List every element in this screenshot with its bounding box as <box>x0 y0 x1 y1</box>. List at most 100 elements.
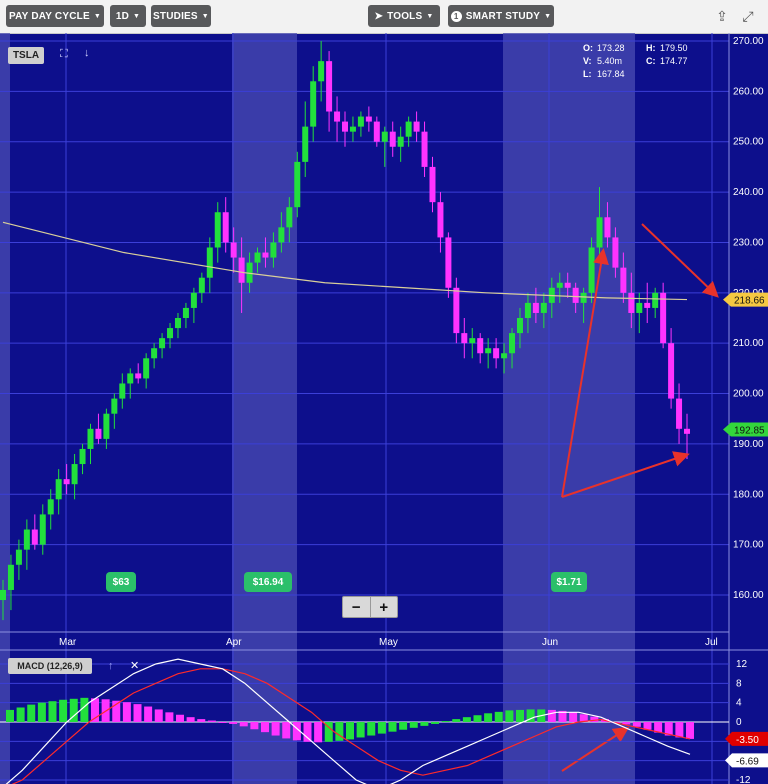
studies-dropdown[interactable]: STUDIES ▼ <box>151 5 211 27</box>
macd-histogram-bar <box>197 719 206 722</box>
candle-body <box>413 121 420 132</box>
tools-dropdown[interactable]: ➤ TOOLS ▼ <box>368 5 440 27</box>
candle-body <box>111 398 118 414</box>
x-tick-label: Apr <box>226 637 242 648</box>
cursor-icon: ➤ <box>374 10 384 22</box>
candle-body <box>151 348 158 359</box>
candle-body <box>596 217 603 248</box>
candle-body <box>485 348 492 354</box>
high-key: H: <box>646 43 656 53</box>
candle-body <box>524 302 531 318</box>
macd-histogram-bar <box>388 722 397 732</box>
candle-body <box>39 514 46 545</box>
fullscreen-icon[interactable]: ⛶ <box>60 48 68 61</box>
open-key: O: <box>583 43 593 53</box>
y-tick-label: 210.00 <box>733 338 764 349</box>
candle-body <box>556 282 563 288</box>
candle-body <box>318 61 325 82</box>
candle-body <box>493 348 500 359</box>
expand-icon[interactable]: ⤢ <box>739 7 757 25</box>
candle-body <box>532 302 539 313</box>
macd-histogram-bar <box>16 707 25 722</box>
candle-body <box>540 302 547 313</box>
candle-body <box>334 111 341 122</box>
macd-histogram-bar <box>271 722 280 736</box>
candle-body <box>357 116 364 127</box>
macd-y-tick-label: -12 <box>736 775 751 784</box>
y-tick-label: 200.00 <box>733 389 764 400</box>
macd-histogram-bar <box>37 702 46 722</box>
candle-body <box>222 212 229 243</box>
price-chart[interactable]: 270.00260.00250.00240.00230.00220.00210.… <box>0 33 768 784</box>
macd-histogram-bar <box>494 711 503 722</box>
y-tick-label: 170.00 <box>733 540 764 551</box>
candle-body <box>644 302 651 308</box>
price-tag-label: 192.85 <box>734 426 765 437</box>
macd-histogram-bar <box>59 699 68 722</box>
timeframe-dropdown[interactable]: 1D ▼ <box>110 5 146 27</box>
chevron-down-icon: ▼ <box>426 12 434 20</box>
candle-body <box>95 428 102 439</box>
macd-histogram-bar <box>441 721 450 723</box>
macd-histogram-bar <box>122 702 131 722</box>
y-tick-label: 230.00 <box>733 237 764 248</box>
share-icon[interactable]: ⇪ <box>713 7 731 25</box>
candle-body <box>620 267 627 293</box>
y-tick-label: 180.00 <box>733 489 764 500</box>
payday-pill[interactable]: $1.71 <box>551 572 587 592</box>
macd-histogram-bar <box>356 722 365 738</box>
macd-histogram-bar <box>207 720 216 722</box>
candle-body <box>167 328 174 339</box>
candle-body <box>389 131 396 147</box>
macd-histogram-bar <box>516 709 524 722</box>
candle-body <box>71 464 78 485</box>
candle-body <box>628 292 635 313</box>
zoom-in-button[interactable]: + <box>371 597 398 617</box>
candle-body <box>278 227 285 243</box>
macd-value-label: -6.69 <box>736 756 759 767</box>
macd-histogram-bar <box>176 714 184 722</box>
candle-body <box>135 373 142 379</box>
volume-value: 5.40m <box>597 56 623 66</box>
top-toolbar: PAY DAY CYCLE ▼ 1D ▼ STUDIES ▼ ➤ TOOLS ▼ 1 SMA… <box>0 0 768 34</box>
zoom-out-button[interactable]: − <box>343 597 371 617</box>
macd-y-tick-label: 8 <box>736 678 742 689</box>
payday-pill[interactable]: $16.94 <box>244 572 292 592</box>
candle-body <box>429 166 436 203</box>
macd-histogram-bar <box>261 722 269 733</box>
macd-histogram-bar <box>335 722 344 741</box>
pay-day-cycle-dropdown[interactable]: PAY DAY CYCLE ▼ <box>6 5 104 27</box>
candle-body <box>676 398 683 429</box>
macd-histogram-bar <box>229 722 238 724</box>
arrow-down-icon[interactable]: ↓ <box>84 47 90 59</box>
ohlc-right: H: 179.50 C: 174.77 <box>646 42 688 68</box>
arrow-up-icon[interactable]: ↑ <box>108 660 114 672</box>
close-icon[interactable]: ✕ <box>130 659 139 672</box>
candle-body <box>572 287 579 303</box>
candle-body <box>47 499 54 515</box>
candle-body <box>421 131 428 167</box>
high-value: 179.50 <box>660 43 688 53</box>
macd-histogram-bar <box>367 722 376 736</box>
candle-body <box>652 292 659 308</box>
y-tick-label: 260.00 <box>733 86 764 97</box>
macd-value-label: -3.50 <box>736 735 759 746</box>
ohlc-left: O: 173.28 V: 5.40m L: 167.84 <box>583 42 625 81</box>
payday-pill[interactable]: $63 <box>106 572 136 592</box>
macd-histogram-bar <box>250 722 259 730</box>
candle-body <box>270 242 277 258</box>
candle-body <box>588 247 595 293</box>
payday-band <box>232 33 297 784</box>
candle-body <box>397 136 404 147</box>
candle-body <box>453 287 460 334</box>
smart-study-dropdown[interactable]: 1 SMART STUDY ▼ <box>448 5 554 27</box>
candle-body <box>580 292 587 303</box>
macd-histogram-bar <box>377 722 386 734</box>
candle-body <box>15 549 22 565</box>
macd-histogram-bar <box>484 713 493 722</box>
candle-body <box>262 252 269 258</box>
macd-histogram-bar <box>27 704 36 722</box>
candle-body <box>437 202 444 238</box>
y-tick-label: 160.00 <box>733 590 764 601</box>
chevron-down-icon: ▼ <box>201 12 209 20</box>
